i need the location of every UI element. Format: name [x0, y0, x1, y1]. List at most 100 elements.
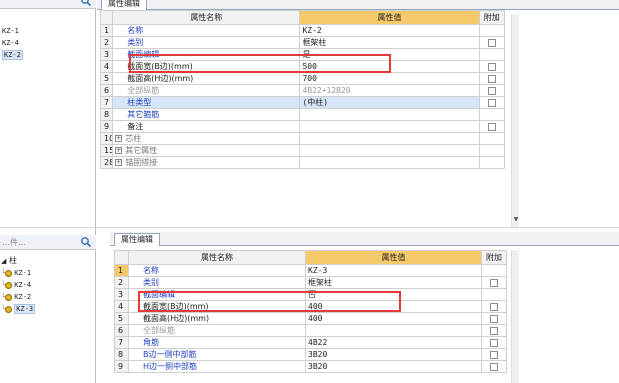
property-value[interactable]: 是 [299, 48, 480, 61]
extra-checkbox[interactable] [490, 278, 498, 287]
expand-plus-icon[interactable]: + [115, 147, 123, 154]
property-name-text: 截面宽(B边)(mm) [127, 62, 193, 71]
property-value[interactable]: 否 [305, 288, 482, 301]
tree-item[interactable]: └ KZ-3 [1, 304, 36, 315]
tree-item[interactable]: └ KZ-2 [1, 292, 31, 303]
tree-root-column[interactable]: ◢ 柱 [1, 255, 17, 266]
property-name: 截面编辑 [128, 288, 306, 301]
property-value[interactable]: 3B20 [305, 348, 482, 361]
property-value[interactable]: KZ-2 [299, 24, 480, 37]
property-name-text: 芯柱 [125, 134, 142, 143]
property-row[interactable]: 9 H边一侧中部筋 3B20 [114, 360, 507, 373]
column-component-icon [5, 293, 13, 301]
tree-root-label: 柱 [8, 256, 17, 265]
expand-plus-icon[interactable]: + [115, 135, 123, 142]
property-row[interactable]: 3 截面编辑 是 [99, 48, 506, 61]
property-value[interactable]: 500 [299, 60, 480, 73]
property-row[interactable]: 4 截面宽(B边)(mm) 400 [114, 300, 507, 313]
row-number: 6 [114, 324, 129, 337]
property-value[interactable]: 400 [305, 300, 482, 313]
tree-item[interactable]: └ KZ-4 [1, 280, 31, 291]
extra-checkbox[interactable] [490, 302, 498, 311]
property-row[interactable]: 15+其它属性 [99, 144, 506, 157]
property-name-text: 其它箍筋 [127, 110, 160, 119]
extra-checkbox[interactable] [490, 326, 498, 335]
extra-checkbox[interactable] [487, 62, 496, 71]
property-row[interactable]: 5 截面高(H边)(mm) 700 [99, 72, 506, 85]
extra-cell [478, 144, 506, 157]
tree-item[interactable]: └ KZ-1 [1, 268, 31, 279]
property-row[interactable]: 6 全部纵筋 4B22+12B20 [99, 84, 506, 97]
property-row[interactable]: 28+锚固搭接 [99, 156, 506, 169]
extra-checkbox[interactable] [490, 314, 498, 323]
row-number: 28 [99, 156, 114, 169]
top-search-strip[interactable] [0, 0, 96, 9]
property-value[interactable]: 400 [305, 312, 482, 325]
extra-cell [481, 288, 507, 301]
row-number: 1 [114, 264, 129, 277]
bottom-search-strip[interactable]: …件… [0, 235, 96, 250]
extra-checkbox[interactable] [490, 350, 498, 359]
property-row[interactable]: 10+芯柱 [99, 132, 506, 145]
bottom-vertical-scrollbar[interactable] [511, 250, 519, 383]
property-row[interactable]: 6 全部纵筋 [114, 324, 507, 337]
property-value[interactable] [299, 108, 480, 121]
tab-attribute-edit[interactable]: 属性编辑 [114, 233, 160, 246]
extra-checkbox[interactable] [490, 338, 498, 347]
tree-item[interactable]: KZ-1 [2, 26, 19, 37]
collapse-arrow-icon[interactable]: ◢ [1, 257, 6, 265]
property-value[interactable]: 框架柱 [299, 36, 480, 49]
extra-checkbox[interactable] [487, 74, 496, 83]
property-name: 类别 [112, 36, 301, 49]
property-name: + 其它属性 [112, 144, 301, 157]
tree-item[interactable]: KZ-2 [2, 50, 23, 61]
property-row[interactable]: 8 B边一侧中部筋 3B20 [114, 348, 507, 361]
property-row[interactable]: 5 截面高(H边)(mm) 400 [114, 312, 507, 325]
property-row[interactable]: 2 类别 框架柱 [99, 36, 506, 49]
extra-checkbox[interactable] [490, 362, 498, 371]
property-value[interactable]: 框架柱 [305, 276, 482, 289]
property-value[interactable]: KZ-3 [305, 264, 482, 277]
property-row[interactable]: 3 截面编辑 否 [114, 288, 507, 301]
property-name-text: 全部纵筋 [143, 326, 175, 335]
tab-attribute-edit[interactable]: 属性编辑 [101, 0, 147, 10]
expand-plus-icon[interactable]: + [115, 159, 123, 166]
property-value[interactable]: 4B22 [305, 336, 482, 349]
row-number: 5 [99, 72, 114, 85]
tree-item[interactable]: KZ-4 [2, 38, 19, 49]
property-value[interactable] [299, 132, 480, 145]
extra-cell [478, 60, 506, 73]
property-value[interactable] [299, 120, 480, 133]
top-vertical-scrollbar[interactable]: ▼ [511, 14, 519, 228]
property-value[interactable] [299, 144, 480, 157]
search-icon[interactable] [80, 0, 92, 7]
property-row[interactable]: 7 角筋 4B22 [114, 336, 507, 349]
property-value[interactable] [305, 324, 482, 337]
property-value[interactable] [299, 156, 480, 169]
property-row[interactable]: 8 其它箍筋 [99, 108, 506, 121]
property-value[interactable]: 700 [299, 72, 480, 85]
row-number: 9 [114, 360, 129, 373]
scroll-down-icon[interactable]: ▼ [512, 217, 520, 223]
property-row[interactable]: 9 备注 [99, 120, 506, 133]
property-name-text: 角筋 [143, 338, 159, 347]
column-component-icon [5, 281, 13, 289]
property-row[interactable]: 1 名称 KZ-3 [114, 264, 507, 277]
extra-checkbox[interactable] [487, 38, 496, 47]
property-row[interactable]: 1 名称 KZ-2 [99, 24, 506, 37]
tree-item-label: KZ-2 [14, 293, 32, 301]
row-number: 1 [99, 24, 114, 37]
search-icon[interactable] [80, 236, 92, 248]
extra-cell [478, 96, 506, 109]
property-row[interactable]: 2 类别 框架柱 [114, 276, 507, 289]
property-value[interactable]: (中柱) [299, 96, 480, 109]
extra-checkbox[interactable] [487, 86, 496, 95]
extra-checkbox[interactable] [487, 122, 496, 131]
property-row[interactable]: 7 柱类型 (中柱) [99, 96, 506, 109]
extra-checkbox[interactable] [487, 98, 496, 107]
property-name-text: 柱类型 [127, 98, 152, 107]
property-row[interactable]: 4 截面宽(B边)(mm) 500 [99, 60, 506, 73]
property-value[interactable]: 4B22+12B20 [299, 84, 480, 97]
property-value[interactable]: 3B20 [305, 360, 482, 373]
property-name-text: 备注 [127, 122, 144, 131]
